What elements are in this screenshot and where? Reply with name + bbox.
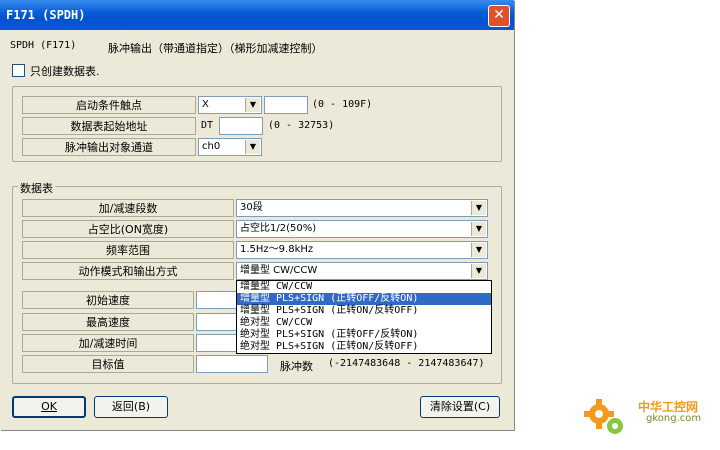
table-start-range: (0 - 32753) <box>268 120 335 131</box>
mode-option[interactable]: 增量型 PLS+SIGN (正转ON/反转OFF) <box>237 305 491 317</box>
ok-button[interactable]: OK <box>12 396 86 418</box>
table-start-input[interactable] <box>219 117 263 135</box>
target-input[interactable] <box>196 355 268 373</box>
back-button[interactable]: 返回(B) <box>94 396 168 418</box>
data-table-group-title: 数据表 <box>18 180 55 196</box>
chevron-down-icon[interactable]: ▼ <box>471 222 486 236</box>
mode-option[interactable]: 增量型 CW/CCW <box>237 281 491 293</box>
instruction-description: 脉冲输出（带通道指定）（梯形加减速控制） <box>108 42 323 55</box>
frequency-range-select[interactable]: 1.5Hz～9.8kHz ▼ <box>236 241 488 259</box>
chevron-down-icon[interactable]: ▼ <box>471 243 486 257</box>
output-channel-label: 脉冲输出对象通道 <box>22 138 196 156</box>
mode-option[interactable]: 绝对型 PLS+SIGN (正转ON/反转OFF) <box>237 341 491 353</box>
mode-option-highlighted[interactable]: 增量型 PLS+SIGN (正转OFF/反转ON) <box>237 293 491 305</box>
start-contact-label: 启动条件触点 <box>22 96 196 114</box>
start-contact-device-select[interactable]: X ▼ <box>198 96 262 114</box>
accel-steps-label: 加/减速段数 <box>22 199 234 217</box>
close-button[interactable]: ✕ <box>488 5 510 27</box>
instruction-code: SPDH (F171) <box>10 40 77 51</box>
accel-time-label: 加/减速时间 <box>22 334 194 352</box>
start-contact-range: (0 - 109F) <box>312 99 373 110</box>
mode-option[interactable]: 绝对型 PLS+SIGN (正转OFF/反转ON) <box>237 329 491 341</box>
chevron-down-icon[interactable]: ▼ <box>471 264 486 278</box>
mode-option[interactable]: 绝对型 CW/CCW <box>237 317 491 329</box>
clear-settings-button[interactable]: 清除设置(C) <box>420 396 500 418</box>
title-bar[interactable]: F171 (SPDH) ✕ <box>0 0 514 30</box>
mode-select[interactable]: 增量型 CW/CCW ▼ <box>236 262 488 280</box>
spdh-dialog: F171 (SPDH) ✕ SPDH (F171) 脉冲输出（带通道指定）（梯形… <box>0 0 514 430</box>
output-channel-select[interactable]: ch0 ▼ <box>198 138 262 156</box>
table-start-label: 数据表起始地址 <box>22 117 196 135</box>
frequency-range-label: 频率范围 <box>22 241 234 259</box>
window-title: F171 (SPDH) <box>6 8 86 22</box>
only-create-table-label: 只创建数据表. <box>30 65 100 78</box>
max-speed-label: 最高速度 <box>22 313 194 331</box>
target-unit: 脉冲数 <box>280 360 313 373</box>
accel-steps-select[interactable]: 30段 ▼ <box>236 199 488 217</box>
watermark-url: gkong.com <box>646 413 702 424</box>
duty-select[interactable]: 占空比1/2(50%) ▼ <box>236 220 488 238</box>
target-label: 目标值 <box>22 355 194 373</box>
chevron-down-icon[interactable]: ▼ <box>245 98 260 112</box>
duty-label: 占空比(ON宽度) <box>22 220 234 238</box>
init-speed-label: 初始速度 <box>22 291 194 309</box>
only-create-table-checkbox[interactable] <box>12 64 25 77</box>
mode-label: 动作模式和输出方式 <box>22 262 234 280</box>
chevron-down-icon[interactable]: ▼ <box>245 140 260 154</box>
chevron-down-icon[interactable]: ▼ <box>471 201 486 215</box>
target-range: (-2147483648 - 2147483647) <box>328 358 485 369</box>
gear-icon <box>583 396 627 441</box>
table-start-prefix: DT <box>201 120 214 131</box>
start-contact-number-input[interactable] <box>264 96 308 114</box>
mode-dropdown-list[interactable]: 增量型 CW/CCW 增量型 PLS+SIGN (正转OFF/反转ON) 增量型… <box>236 280 492 354</box>
